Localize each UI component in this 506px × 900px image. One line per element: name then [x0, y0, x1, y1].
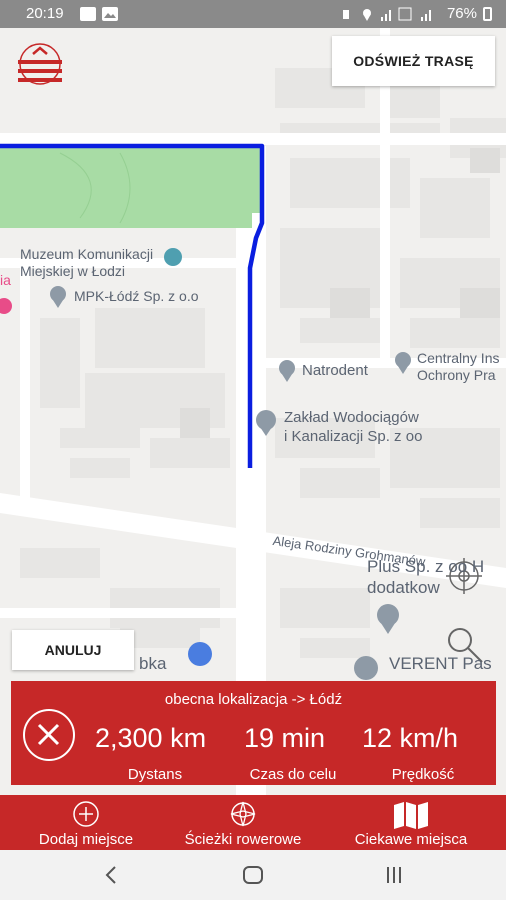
- label-natrodent[interactable]: Natrodent: [302, 362, 368, 379]
- navigation-panel: obecna lokalizacja -> Łódź 2,300 km 19 m…: [11, 681, 496, 785]
- bike-paths-button[interactable]: Ścieżki rowerowe: [168, 795, 318, 850]
- label-museum[interactable]: Muzeum Komunikacji Miejskiej w Łodzi: [20, 246, 153, 280]
- cancel-button[interactable]: ANULUJ: [12, 630, 134, 670]
- system-navigation-bar: [0, 850, 506, 900]
- distance-value: 2,300 km: [95, 723, 207, 753]
- poi-pin-plus: [377, 604, 399, 634]
- add-place-button[interactable]: Dodaj miejsce: [22, 795, 150, 850]
- park-area: [0, 148, 262, 228]
- label-mpk[interactable]: MPK-Łódź Sp. z o.o: [74, 288, 199, 305]
- poi-pin-natrodent: [279, 360, 295, 382]
- compass-icon: [230, 801, 256, 827]
- bike-paths-label: Ścieżki rowerowe: [184, 831, 302, 848]
- notification-icons: [80, 7, 118, 21]
- poi-pin-verent: [354, 656, 378, 680]
- interesting-places-button[interactable]: Ciekawe miejsca: [338, 795, 484, 850]
- stop-navigation-button[interactable]: [23, 709, 75, 761]
- poi-pin-pink: [0, 298, 12, 314]
- close-icon: [37, 723, 60, 746]
- label-centralny[interactable]: Centralny Ins Ochrony Pra: [417, 350, 499, 384]
- time-label: Czas do celu: [249, 766, 337, 783]
- route-description: obecna lokalizacja -> Łódź: [164, 691, 343, 708]
- menu-button[interactable]: [16, 42, 68, 88]
- poi-pin-shop: [188, 642, 212, 666]
- distance-label: Dystans: [127, 766, 183, 783]
- label-plus[interactable]: Plus Sp. z oo H dodatkow: [367, 556, 484, 598]
- home-icon[interactable]: [243, 866, 263, 884]
- speed-value: 12 km/h: [362, 723, 459, 753]
- menu-icon: [18, 43, 62, 85]
- battery-percent: 76%: [446, 5, 477, 22]
- label-biedronka[interactable]: bka: [139, 653, 166, 674]
- add-place-icon: [73, 801, 99, 827]
- back-icon[interactable]: [103, 865, 119, 885]
- refresh-route-button[interactable]: ODŚWIEŻ TRASĘ: [332, 36, 495, 86]
- label-left-edge: ia: [0, 272, 11, 288]
- status-bar: 20:19 76%: [0, 0, 506, 28]
- interesting-places-label: Ciekawe miejsca: [354, 831, 468, 848]
- label-zaklad[interactable]: Zakład Wodociągów i Kanalizacji Sp. z oo: [284, 408, 422, 446]
- poi-pin-museum: [164, 248, 182, 266]
- poi-pin-mpk: [50, 286, 66, 308]
- battery-icon: [483, 6, 492, 21]
- bottom-navigation: Dodaj miejsce Ścieżki rowerowe Ciekawe m…: [0, 795, 506, 850]
- time-value: 19 min: [244, 723, 326, 753]
- label-verent[interactable]: VERENT Pas: [389, 653, 492, 674]
- add-place-label: Dodaj miejsce: [38, 831, 134, 848]
- signal-icons: [342, 7, 431, 21]
- recents-icon[interactable]: [385, 866, 403, 884]
- speed-label: Prędkość: [391, 766, 455, 783]
- poi-pin-centralny: [395, 352, 411, 374]
- map-icon: [394, 802, 428, 829]
- status-right: 76%: [341, 5, 492, 22]
- status-time: 20:19: [26, 5, 64, 22]
